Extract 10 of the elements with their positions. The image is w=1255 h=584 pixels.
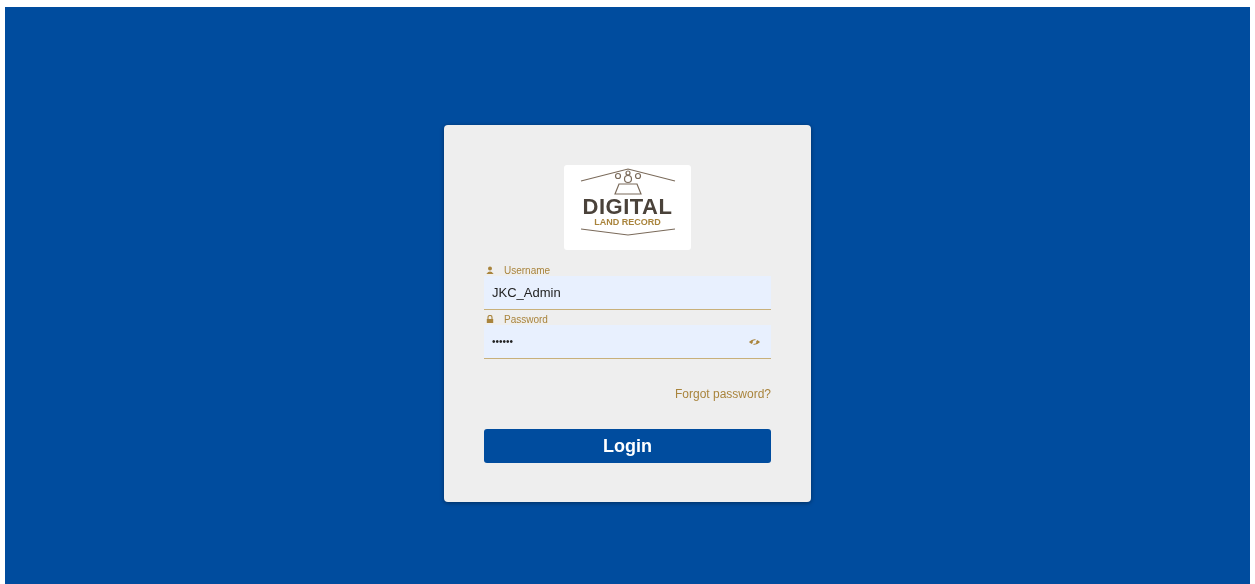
user-icon <box>486 266 494 274</box>
field-label: Password <box>504 313 548 325</box>
field-label: Username <box>504 264 551 276</box>
eye-slash-icon[interactable] <box>748 337 761 347</box>
username-field[interactable]: JKC_Admin <box>484 276 771 310</box>
logo-subtitle: LAND RECORD <box>594 217 661 228</box>
password-field[interactable]: •••••• <box>484 325 771 359</box>
lock-icon <box>486 315 494 323</box>
logo-title: DIGITAL <box>582 197 673 217</box>
login-button[interactable]: Login <box>484 429 771 463</box>
